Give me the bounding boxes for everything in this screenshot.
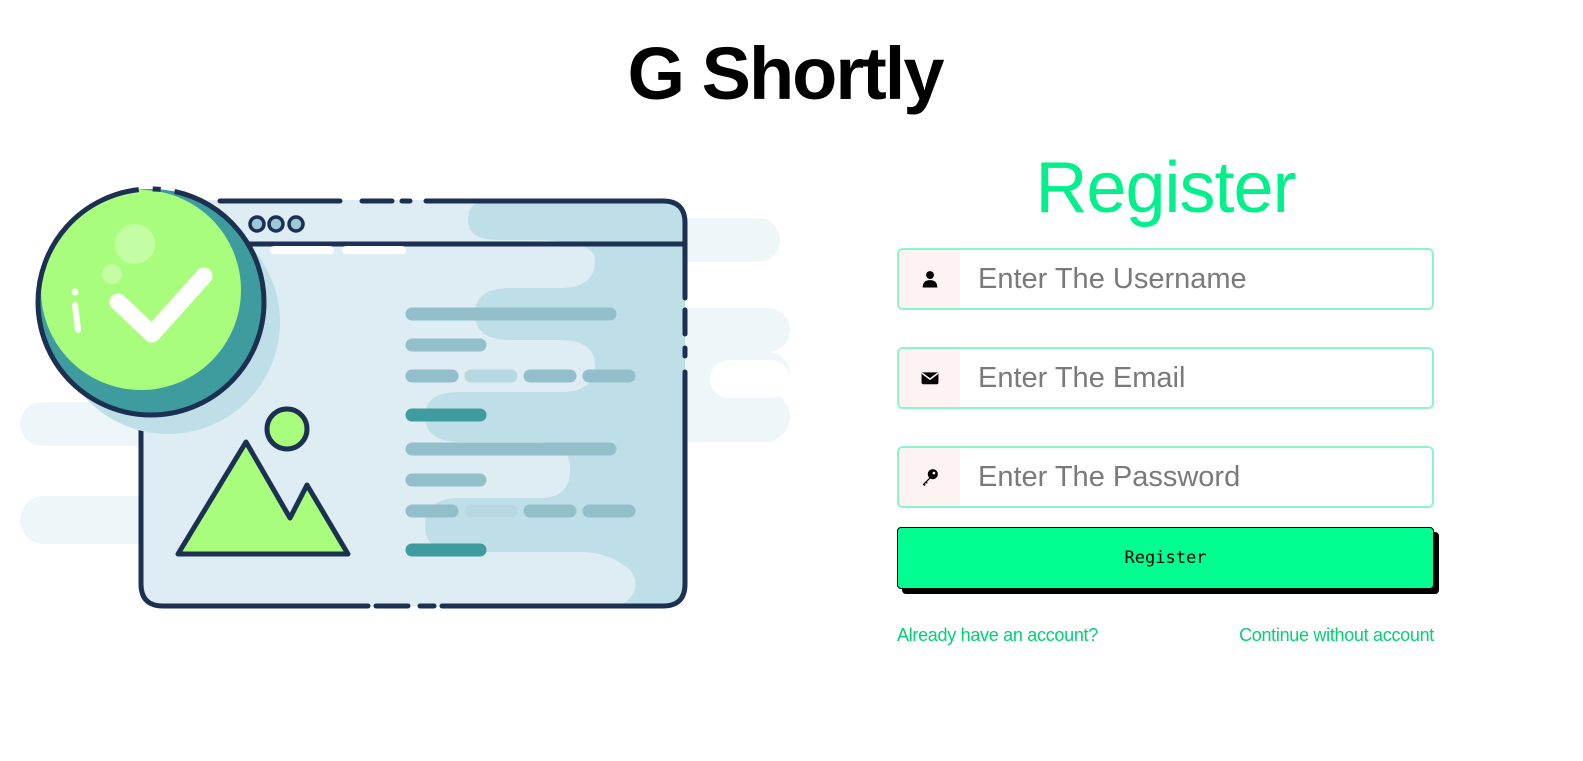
password-input-group bbox=[897, 446, 1434, 508]
browser-checkmark-illustration bbox=[20, 180, 790, 620]
form-heading: Register bbox=[1035, 148, 1296, 228]
email-input[interactable] bbox=[960, 349, 1432, 407]
register-page: G Shortly Register Enter The Username En… bbox=[0, 0, 1583, 761]
register-button[interactable]: Register bbox=[897, 527, 1434, 589]
username-input-group bbox=[897, 248, 1434, 310]
envelope-icon bbox=[899, 349, 960, 407]
form-links: Already have an account? Continue withou… bbox=[897, 625, 1434, 646]
email-input-group bbox=[897, 347, 1434, 409]
register-form: Register Register Already have an accoun… bbox=[897, 140, 1434, 646]
app-title: G Shortly bbox=[627, 32, 944, 115]
continue-without-account-link[interactable]: Continue without account bbox=[1239, 625, 1434, 646]
password-input[interactable] bbox=[960, 448, 1432, 506]
login-link[interactable]: Already have an account? bbox=[897, 625, 1098, 646]
key-icon bbox=[899, 448, 960, 506]
username-input[interactable] bbox=[960, 250, 1432, 308]
user-icon bbox=[899, 250, 960, 308]
